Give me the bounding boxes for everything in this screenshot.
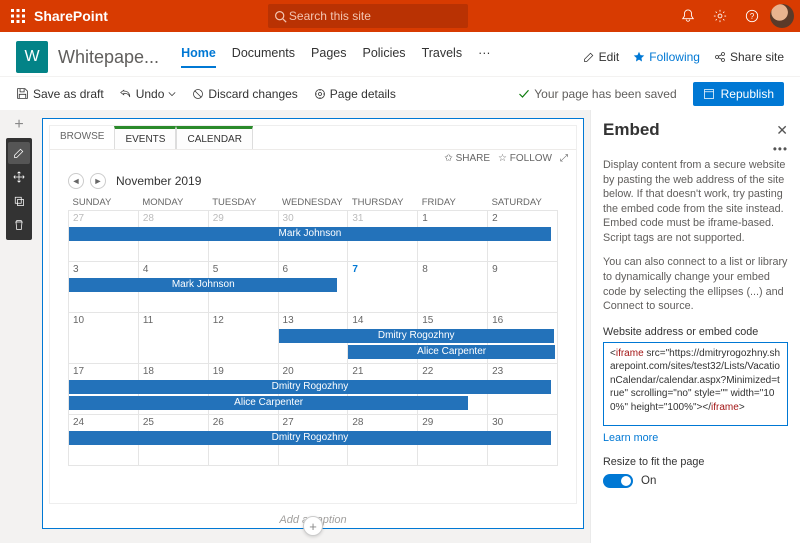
- embed-webpart[interactable]: BROWSE EVENTS CALENDAR ✩ SHARE ☆ FOLLOW …: [42, 118, 584, 529]
- discard-icon: [192, 88, 204, 100]
- nav-documents[interactable]: Documents: [232, 46, 295, 68]
- cal-cell[interactable]: 9: [488, 262, 558, 313]
- calendar-ribbon-tabs: BROWSE EVENTS CALENDAR: [50, 126, 576, 150]
- event-bar[interactable]: Dmitry Rogozhny: [69, 431, 551, 445]
- share-icon: [714, 51, 726, 63]
- nav-more[interactable]: ···: [478, 46, 491, 68]
- cal-cell[interactable]: 3 Mark Johnson: [69, 262, 139, 313]
- site-nav: Home Documents Pages Policies Travels ··…: [181, 46, 491, 68]
- event-bar[interactable]: Alice Carpenter: [69, 396, 468, 410]
- chevron-down-icon: [168, 90, 176, 98]
- delete-webpart-button[interactable]: [8, 214, 30, 236]
- save-icon: [16, 87, 29, 100]
- calendar-month-nav: ◄ ► November 2019: [68, 173, 558, 189]
- page-details-button[interactable]: Page details: [314, 87, 396, 101]
- cal-cell[interactable]: 27 Mark Johnson: [69, 211, 139, 262]
- tab-browse[interactable]: BROWSE: [50, 126, 114, 149]
- site-name[interactable]: Whitepape...: [58, 47, 159, 68]
- embed-code-input[interactable]: <iframe src="https://dmitryrogozhny.shar…: [603, 342, 788, 426]
- page-details-icon: [314, 88, 326, 100]
- resize-label: Resize to fit the page: [603, 456, 788, 468]
- learn-more-link[interactable]: Learn more: [603, 432, 658, 444]
- help-icon[interactable]: ?: [738, 2, 766, 30]
- move-webpart-button[interactable]: [8, 166, 30, 188]
- app-launcher-icon[interactable]: [6, 4, 30, 28]
- cal-cell[interactable]: 11: [138, 313, 208, 364]
- cal-share-button[interactable]: ✩ SHARE: [444, 153, 490, 164]
- svg-text:?: ?: [750, 12, 755, 21]
- edit-webpart-button[interactable]: [8, 142, 30, 164]
- site-logo[interactable]: W: [16, 41, 48, 73]
- toggle-state-label: On: [641, 475, 656, 487]
- star-icon: [633, 51, 645, 63]
- event-bar[interactable]: Mark Johnson: [69, 227, 551, 241]
- cal-cell[interactable]: 17 Dmitry Rogozhny Alice Carpenter: [69, 364, 139, 415]
- nav-travels[interactable]: Travels: [422, 46, 463, 68]
- panel-description-2: You can also connect to a list or librar…: [603, 255, 788, 313]
- check-icon: [518, 88, 530, 100]
- share-site-button[interactable]: Share site: [714, 50, 784, 64]
- cal-cell[interactable]: 10: [69, 313, 139, 364]
- edit-icon: [583, 51, 595, 63]
- event-bar[interactable]: Dmitry Rogozhny: [279, 329, 554, 343]
- page-command-bar: Save as draft Undo Discard changes Page …: [0, 76, 800, 110]
- save-draft-button[interactable]: Save as draft: [16, 87, 104, 101]
- suite-bar: SharePoint ?: [0, 0, 800, 32]
- cal-cell[interactable]: 7: [348, 262, 418, 313]
- search-box[interactable]: [268, 4, 468, 28]
- event-bar[interactable]: Mark Johnson: [69, 278, 337, 292]
- edit-button[interactable]: Edit: [583, 50, 620, 64]
- prev-month-button[interactable]: ◄: [68, 173, 84, 189]
- site-header: W Whitepape... Home Documents Pages Poli…: [0, 32, 800, 76]
- cal-follow-button[interactable]: ☆ FOLLOW: [498, 153, 552, 164]
- event-bar[interactable]: Alice Carpenter: [348, 345, 555, 359]
- save-status: Your page has been saved: [518, 87, 676, 101]
- nav-policies[interactable]: Policies: [362, 46, 405, 68]
- next-month-button[interactable]: ►: [90, 173, 106, 189]
- product-name: SharePoint: [34, 8, 108, 24]
- focus-icon[interactable]: ⤢: [560, 153, 568, 164]
- cal-cell[interactable]: 24 Dmitry Rogozhny: [69, 415, 139, 466]
- undo-icon: [120, 88, 132, 100]
- embed-field-label: Website address or embed code: [603, 326, 788, 338]
- nav-home[interactable]: Home: [181, 46, 216, 68]
- page-canvas: BROWSE EVENTS CALENDAR ✩ SHARE ☆ FOLLOW …: [38, 110, 590, 543]
- add-webpart-button[interactable]: +: [303, 516, 323, 536]
- panel-description: Display content from a secure website by…: [603, 158, 788, 245]
- calendar-grid: SUNDAYMONDAYTUESDAYWEDNESDAYTHURSDAYFRID…: [68, 195, 558, 466]
- close-panel-button[interactable]: ✕: [776, 122, 788, 139]
- search-input[interactable]: [287, 8, 462, 24]
- tab-events[interactable]: EVENTS: [114, 126, 176, 149]
- user-avatar[interactable]: [770, 4, 794, 28]
- webpart-toolbox: [6, 138, 32, 240]
- settings-icon[interactable]: [706, 2, 734, 30]
- discard-button[interactable]: Discard changes: [192, 87, 297, 101]
- section-tools: +: [0, 110, 38, 543]
- notifications-icon[interactable]: [674, 2, 702, 30]
- following-button[interactable]: Following: [633, 50, 700, 64]
- event-bar[interactable]: Dmitry Rogozhny: [69, 380, 551, 394]
- undo-button[interactable]: Undo: [120, 87, 177, 101]
- cal-cell[interactable]: 8: [418, 262, 488, 313]
- add-section-button[interactable]: +: [14, 116, 23, 134]
- resize-toggle[interactable]: [603, 474, 633, 488]
- cal-cell[interactable]: 13 Dmitry Rogozhny: [278, 313, 348, 364]
- cal-cell[interactable]: 12: [208, 313, 278, 364]
- tab-calendar[interactable]: CALENDAR: [176, 126, 252, 149]
- republish-icon: [703, 88, 715, 100]
- panel-title: Embed: [603, 120, 776, 140]
- republish-button[interactable]: Republish: [693, 82, 784, 106]
- calendar-month-label: November 2019: [116, 174, 201, 188]
- panel-more-button[interactable]: •••: [773, 144, 788, 156]
- nav-pages[interactable]: Pages: [311, 46, 346, 68]
- embed-property-panel: Embed ✕ ••• Display content from a secur…: [590, 110, 800, 543]
- duplicate-webpart-button[interactable]: [8, 190, 30, 212]
